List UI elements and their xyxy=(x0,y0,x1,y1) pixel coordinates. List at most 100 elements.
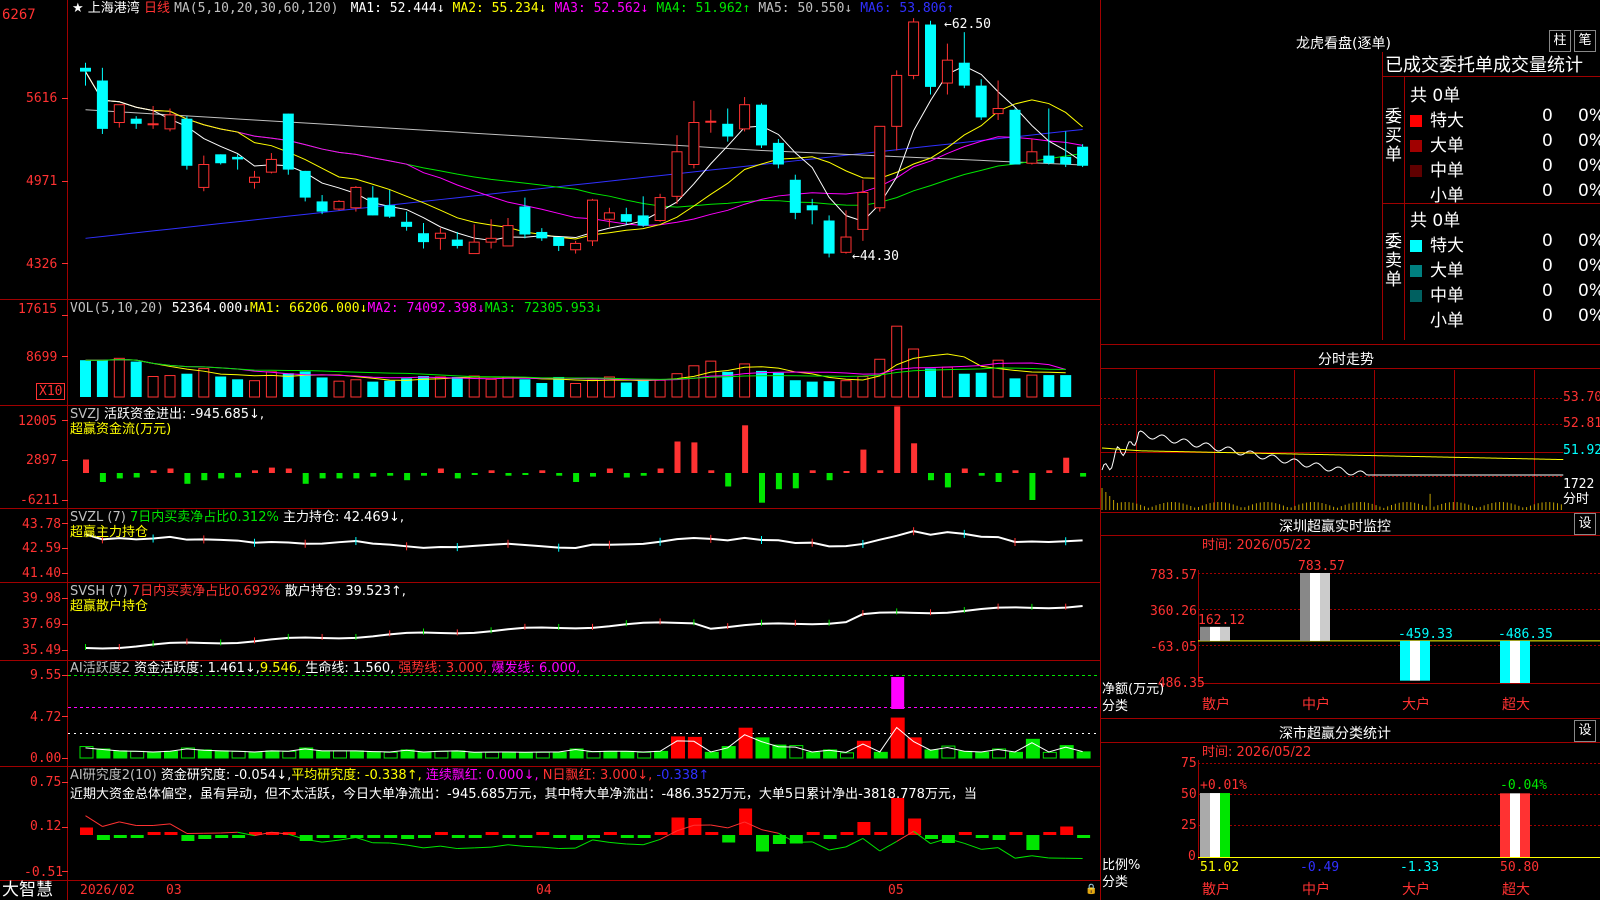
fund-flow-bar xyxy=(944,473,951,488)
monitor-bar xyxy=(1500,640,1530,683)
volume-bar xyxy=(181,373,193,397)
fenshi-tick: 51.92 xyxy=(1563,443,1600,458)
research-bar xyxy=(164,832,178,835)
stock-name: 上海港湾 xyxy=(87,1,140,16)
research-bar xyxy=(215,835,229,838)
fund-flow-bar xyxy=(505,473,512,476)
svzl-tick: 43.78 xyxy=(22,517,62,532)
fund-flow-bar xyxy=(539,470,546,473)
research-bar xyxy=(1043,832,1057,835)
monitor-bar-seg xyxy=(1200,626,1210,641)
sell-row-pct: 0% xyxy=(1578,256,1600,276)
buy-row-pct: 0% xyxy=(1578,131,1600,151)
kline-chart-area[interactable] xyxy=(0,0,1600,900)
activity-bar xyxy=(164,750,178,759)
high-price-mark: ←62.50 xyxy=(944,17,991,32)
candle-body xyxy=(80,67,91,72)
fund-flow-bar xyxy=(150,470,157,473)
volume-bar xyxy=(958,373,970,397)
classstat-bar-value: 50.80 xyxy=(1500,860,1540,875)
classstat-bar xyxy=(1200,793,1230,857)
monitor-bar-seg xyxy=(1420,640,1430,681)
research-bar xyxy=(536,832,550,835)
research-bar xyxy=(198,835,212,839)
fenshi-vol-label: 分时 xyxy=(1563,492,1590,507)
monitor-bar xyxy=(1400,640,1430,681)
activity-bar xyxy=(552,751,567,759)
sell-row-pct: 0% xyxy=(1578,281,1600,301)
buy-row-name: 小单 xyxy=(1430,186,1464,206)
volume-bar xyxy=(823,381,835,397)
research-bar xyxy=(637,835,651,838)
monitor-category: 超大 xyxy=(1502,697,1530,713)
svzj-title: 超赢资金流(万元) xyxy=(70,422,172,437)
fund-flow-bar xyxy=(708,470,715,473)
sell-color-swatch xyxy=(1410,265,1422,277)
fund-flow-bar xyxy=(640,473,647,476)
classstat-bar-value: 51.02 xyxy=(1200,860,1240,875)
fund-flow-bar xyxy=(437,468,444,473)
sell-row-count: 0 xyxy=(1542,231,1553,251)
activity-bar xyxy=(113,750,128,759)
svzj-tick: 2897 xyxy=(26,453,58,468)
activity-bar xyxy=(738,727,753,759)
fund-flow-bar xyxy=(792,473,799,489)
fund-flow-bar xyxy=(775,473,782,490)
sell-color-swatch xyxy=(1410,315,1422,327)
activity-bar xyxy=(349,750,364,759)
ma-value-6: MA6: 53.806↑ xyxy=(860,1,955,16)
candle-body xyxy=(840,236,852,253)
monitor-bar-seg xyxy=(1310,573,1320,641)
monitor-bar-value: -459.33 xyxy=(1398,626,1453,642)
candle-body xyxy=(874,125,886,209)
brand-logo: 大智慧 xyxy=(2,880,53,900)
candle-body xyxy=(181,118,193,166)
volume-bar xyxy=(789,380,801,397)
candle-body xyxy=(265,158,277,173)
buy-row-name: 特大 xyxy=(1430,111,1464,131)
volume-bar xyxy=(1043,375,1055,397)
volume-bar xyxy=(316,377,328,397)
candle-body xyxy=(587,199,598,242)
research-bar xyxy=(620,835,634,838)
research-bar xyxy=(823,835,837,839)
buy-row: 中单 0 0% xyxy=(1410,156,1600,181)
fund-flow-bar xyxy=(1029,473,1036,500)
research-bar xyxy=(1060,826,1074,835)
svsh-tick: 39.98 xyxy=(22,591,62,606)
ma-value-4: MA4: 51.962↑ xyxy=(656,1,751,16)
fund-flow-bar xyxy=(488,470,495,473)
classstat-bar-seg xyxy=(1510,793,1520,857)
candle-body xyxy=(958,62,970,86)
svzl-header: SVZL (7) 7日内买卖净占比0.312% 主力持仓: 42.469↓, xyxy=(70,510,404,525)
classstat-category: 大户 xyxy=(1402,882,1430,898)
monitor-tick: 783.57 xyxy=(1150,568,1197,583)
price-tick: 4971 xyxy=(26,174,58,189)
research-bar xyxy=(80,827,93,835)
candle-body xyxy=(891,74,903,127)
monitor-bar-seg xyxy=(1400,640,1410,681)
tick-view-button[interactable]: 笔 xyxy=(1574,30,1596,52)
fund-flow-bar xyxy=(167,468,174,473)
bar-view-button[interactable]: 柱 xyxy=(1549,30,1571,52)
buy-color-swatch xyxy=(1410,115,1422,127)
classstat-bar-value: -1.33 xyxy=(1400,860,1440,875)
fund-flow-bar xyxy=(623,473,630,478)
lock-icon[interactable]: 🔒 xyxy=(1085,882,1097,897)
fund-flow-bar xyxy=(691,442,698,473)
sell-row-name: 大单 xyxy=(1430,261,1464,281)
fund-flow-bar xyxy=(809,470,816,473)
candle-body xyxy=(1043,155,1055,164)
candle-body xyxy=(1009,109,1021,165)
classstat-settings-button[interactable]: 设 xyxy=(1574,720,1596,742)
volume-bar xyxy=(1009,378,1021,397)
monitor-settings-button[interactable]: 设 xyxy=(1574,513,1596,535)
candle-body xyxy=(434,232,446,239)
volume-bar xyxy=(215,376,227,397)
ma-value-1: MA1: 52.444↓ xyxy=(350,1,445,16)
candle-body xyxy=(147,123,159,126)
sell-row-count: 0 xyxy=(1542,256,1553,276)
activity-bar xyxy=(755,737,770,759)
classstat-top-label: +0.01% xyxy=(1200,778,1247,793)
activity-bar xyxy=(485,751,500,759)
